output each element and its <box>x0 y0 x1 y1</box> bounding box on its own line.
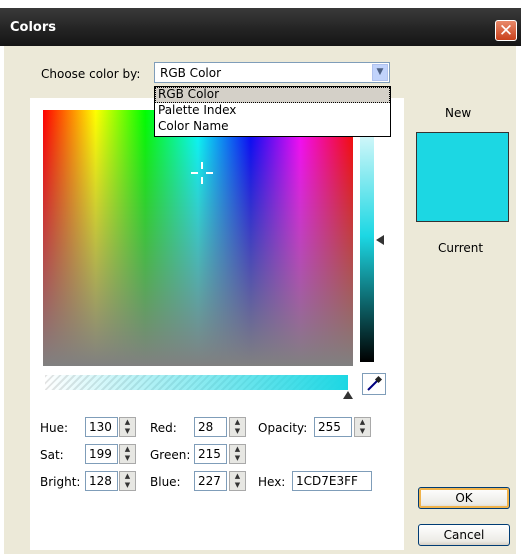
choose-color-by-label: Choose color by: <box>41 67 141 81</box>
brightness-slider-marker[interactable] <box>376 235 384 245</box>
hex-field[interactable]: 1CD7E3FF <box>292 471 372 491</box>
new-color-label: New <box>445 106 472 120</box>
cancel-button[interactable]: Cancel <box>418 524 510 546</box>
blue-field[interactable]: 227 <box>194 471 227 491</box>
option-palette-index[interactable]: Palette Index <box>155 103 390 119</box>
bright-field[interactable]: 128 <box>85 471 118 491</box>
blue-label: Blue: <box>150 475 181 489</box>
close-icon: ✕ <box>498 21 514 41</box>
eyedropper-button[interactable] <box>362 373 386 395</box>
opacity-field[interactable]: 255 <box>314 417 352 437</box>
color-mode-select[interactable]: RGB Color ▼ <box>154 62 390 83</box>
eyedropper-icon <box>367 375 383 391</box>
red-field[interactable]: 28 <box>194 417 227 437</box>
hue-stepper[interactable]: ▲ ▼ <box>119 417 136 437</box>
close-button[interactable]: ✕ <box>495 20 517 41</box>
window-title: Colors <box>10 20 57 35</box>
opacity-stepper[interactable]: ▲ ▼ <box>354 417 371 437</box>
sat-label: Sat: <box>40 448 64 462</box>
hex-label: Hex: <box>258 475 286 489</box>
green-stepper[interactable]: ▲ ▼ <box>229 444 246 464</box>
sat-field[interactable]: 199 <box>85 444 118 464</box>
ok-button[interactable]: OK <box>418 487 510 509</box>
color-mode-value: RGB Color <box>160 66 222 80</box>
hue-label: Hue: <box>40 421 69 435</box>
opacity-slider[interactable] <box>45 375 348 390</box>
option-rgb-color[interactable]: RGB Color <box>155 87 390 103</box>
red-stepper[interactable]: ▲ ▼ <box>229 417 246 437</box>
current-color-label: Current <box>438 241 484 255</box>
hue-field[interactable]: 130 <box>85 417 118 437</box>
bright-label: Bright: <box>40 475 81 489</box>
sat-stepper[interactable]: ▲ ▼ <box>119 444 136 464</box>
brightness-slider[interactable] <box>360 110 374 362</box>
option-color-name[interactable]: Color Name <box>155 119 390 135</box>
green-field[interactable]: 215 <box>194 444 227 464</box>
chevron-down-icon[interactable]: ▼ <box>372 64 388 81</box>
color-preview-swatch <box>416 132 509 222</box>
title-bar[interactable]: Colors ✕ <box>0 8 521 46</box>
blue-stepper[interactable]: ▲ ▼ <box>229 471 246 491</box>
color-spectrum[interactable] <box>43 110 353 366</box>
opacity-slider-marker[interactable] <box>343 391 353 399</box>
bright-stepper[interactable]: ▲ ▼ <box>119 471 136 491</box>
colors-dialog: Colors ✕ Choose color by: RGB Color ▼ RG… <box>0 0 521 557</box>
opacity-label: Opacity: <box>258 421 308 435</box>
color-mode-dropdown: RGB Color Palette Index Color Name <box>154 86 391 137</box>
green-label: Green: <box>150 448 191 462</box>
red-label: Red: <box>150 421 177 435</box>
crosshair-icon[interactable] <box>191 162 213 184</box>
